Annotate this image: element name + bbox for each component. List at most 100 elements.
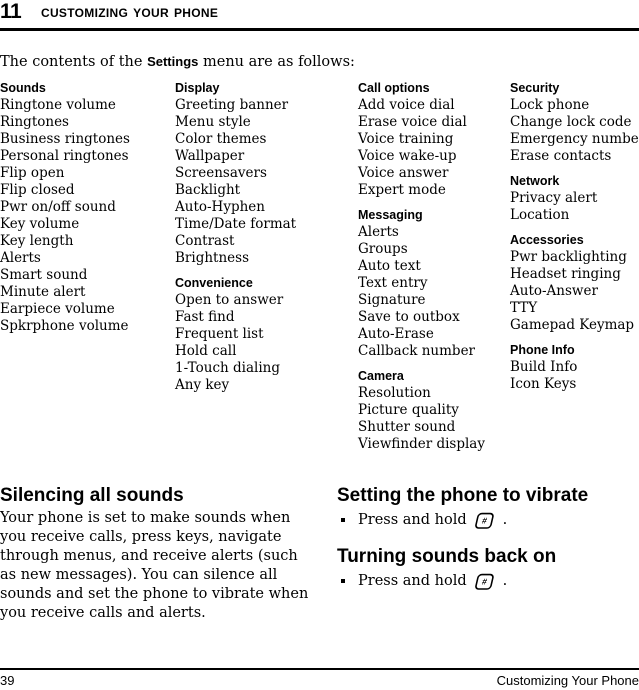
menu-group-title: Sounds	[0, 81, 46, 95]
menu-group: Security Lock phone Change lock code Eme…	[510, 80, 639, 165]
menu-item: Erase voice dial	[358, 114, 467, 130]
menu-item: Callback number	[358, 343, 476, 359]
bullet-period: .	[502, 512, 508, 528]
menu-item: Flip closed	[0, 182, 75, 198]
menu-group-title: Camera	[358, 369, 404, 383]
menu-item: Auto text	[358, 258, 421, 274]
menu-item: Voice training	[358, 131, 454, 147]
section-heading-sounds-back-on: Turning sounds back on	[337, 546, 557, 567]
menu-item: Text entry	[358, 275, 428, 291]
footer-chapter-label: Customizing Your Phone	[496, 673, 639, 688]
menu-item: Any key	[175, 377, 230, 393]
menu-item: Gamepad Keymap	[510, 317, 635, 333]
menu-item: Alerts	[358, 224, 399, 240]
menu-group-title: Phone Info	[510, 343, 575, 357]
menu-item: Alerts	[0, 250, 41, 266]
menu-item: Auto-Erase	[358, 326, 434, 342]
menu-column-1: Sounds Ringtone volume Ringtones Busines…	[0, 80, 172, 335]
menu-item: Time/Date format	[175, 216, 297, 232]
menu-item: Color themes	[175, 131, 267, 147]
menu-item: Pwr backlighting	[510, 249, 627, 265]
list-item: Press and hold # .	[337, 509, 639, 531]
menu-item: Key length	[0, 233, 74, 249]
menu-item: Hold call	[175, 343, 237, 359]
pound-key-icon: #	[474, 511, 499, 531]
bullet-text: Press and hold	[358, 512, 467, 528]
menu-item: Auto-Answer	[510, 283, 598, 299]
menu-group: Messaging Alerts Groups Auto text Text e…	[358, 207, 508, 360]
menu-item: Save to outbox	[358, 309, 460, 325]
menu-item: Flip open	[0, 165, 65, 181]
menu-item: Resolution	[358, 385, 431, 401]
menu-item: Earpiece volume	[0, 301, 115, 317]
bullet-marker-icon	[341, 579, 345, 583]
menu-item: Fast find	[175, 309, 235, 325]
menu-item: Location	[510, 207, 570, 223]
menu-item: Signature	[358, 292, 426, 308]
menu-group-title: Convenience	[175, 276, 253, 290]
menu-item: Wallpaper	[175, 148, 245, 164]
menu-item: Backlight	[175, 182, 241, 198]
menu-group-title: Accessories	[510, 233, 584, 247]
menu-item: Menu style	[175, 114, 251, 130]
menu-item: Voice wake-up	[358, 148, 457, 164]
menu-item: Ringtone volume	[0, 97, 116, 113]
menu-item: Viewfinder display	[358, 436, 485, 452]
menu-item: Erase contacts	[510, 148, 612, 164]
menu-item: Picture quality	[358, 402, 459, 418]
menu-item: Smart sound	[0, 267, 88, 283]
menu-group-title: Messaging	[358, 208, 423, 222]
menu-item: Icon Keys	[510, 376, 577, 392]
bullet-text: Press and hold	[358, 573, 467, 589]
menu-item: 1-Touch dialing	[175, 360, 280, 376]
intro-emphasis: Settings	[147, 54, 199, 69]
menu-item: Contrast	[175, 233, 235, 249]
menu-item: Personal ringtones	[0, 148, 129, 164]
menu-item: Open to answer	[175, 292, 284, 308]
menu-item: Build Info	[510, 359, 578, 375]
menu-item: Shutter sound	[358, 419, 456, 435]
menu-item: Ringtones	[0, 114, 69, 130]
menu-group: Call options Add voice dial Erase voice …	[358, 80, 508, 199]
menu-group-title: Call options	[358, 81, 430, 95]
silencing-paragraph: Your phone is set to make sounds when yo…	[0, 510, 309, 621]
list-item: Press and hold # .	[337, 570, 639, 592]
section-heading-vibrate: Setting the phone to vibrate	[337, 485, 589, 506]
intro-text: The contents of the Settings menu are as…	[0, 52, 355, 72]
footer-divider	[0, 668, 639, 670]
menu-item: Privacy alert	[510, 190, 598, 206]
page-title: Customizing Your Phone	[41, 2, 219, 21]
menu-group-title: Display	[175, 81, 220, 95]
menu-item: Frequent list	[175, 326, 264, 342]
menu-item: Business ringtones	[0, 131, 130, 147]
menu-group: Convenience Open to answer Fast find Fre…	[175, 275, 355, 394]
page-number: 39	[0, 673, 15, 688]
menu-item: Minute alert	[0, 284, 86, 300]
bullet-marker-icon	[341, 518, 345, 522]
chapter-header: 11 Customizing Your Phone	[0, 0, 639, 30]
menu-item: Emergency numbers	[510, 131, 639, 147]
menu-item: Screensavers	[175, 165, 267, 181]
menu-column-4: Security Lock phone Change lock code Eme…	[510, 80, 639, 393]
menu-item: Key volume	[0, 216, 80, 232]
menu-item: Greeting banner	[175, 97, 289, 113]
menu-item: Headset ringing	[510, 266, 621, 282]
menu-item: Lock phone	[510, 97, 590, 113]
menu-item: Expert mode	[358, 182, 446, 198]
menu-column-2: Display Greeting banner Menu style Color…	[175, 80, 355, 394]
section-heading-silencing: Silencing all sounds	[0, 485, 184, 506]
menu-item: Change lock code	[510, 114, 632, 130]
menu-group: Display Greeting banner Menu style Color…	[175, 80, 355, 267]
menu-item: TTY	[510, 300, 538, 316]
menu-item: Pwr on/off sound	[0, 199, 116, 215]
menu-group: Network Privacy alert Location	[510, 173, 639, 224]
chapter-number: 11	[0, 0, 22, 23]
menu-item: Auto-Hyphen	[175, 199, 265, 215]
intro-after: menu are as follows:	[198, 54, 355, 70]
menu-item: Groups	[358, 241, 408, 257]
menu-group: Sounds Ringtone volume Ringtones Busines…	[0, 80, 172, 335]
menu-item: Add voice dial	[358, 97, 455, 113]
menu-column-3: Call options Add voice dial Erase voice …	[358, 80, 508, 453]
menu-group: Phone Info Build Info Icon Keys	[510, 342, 639, 393]
header-divider	[0, 28, 639, 31]
